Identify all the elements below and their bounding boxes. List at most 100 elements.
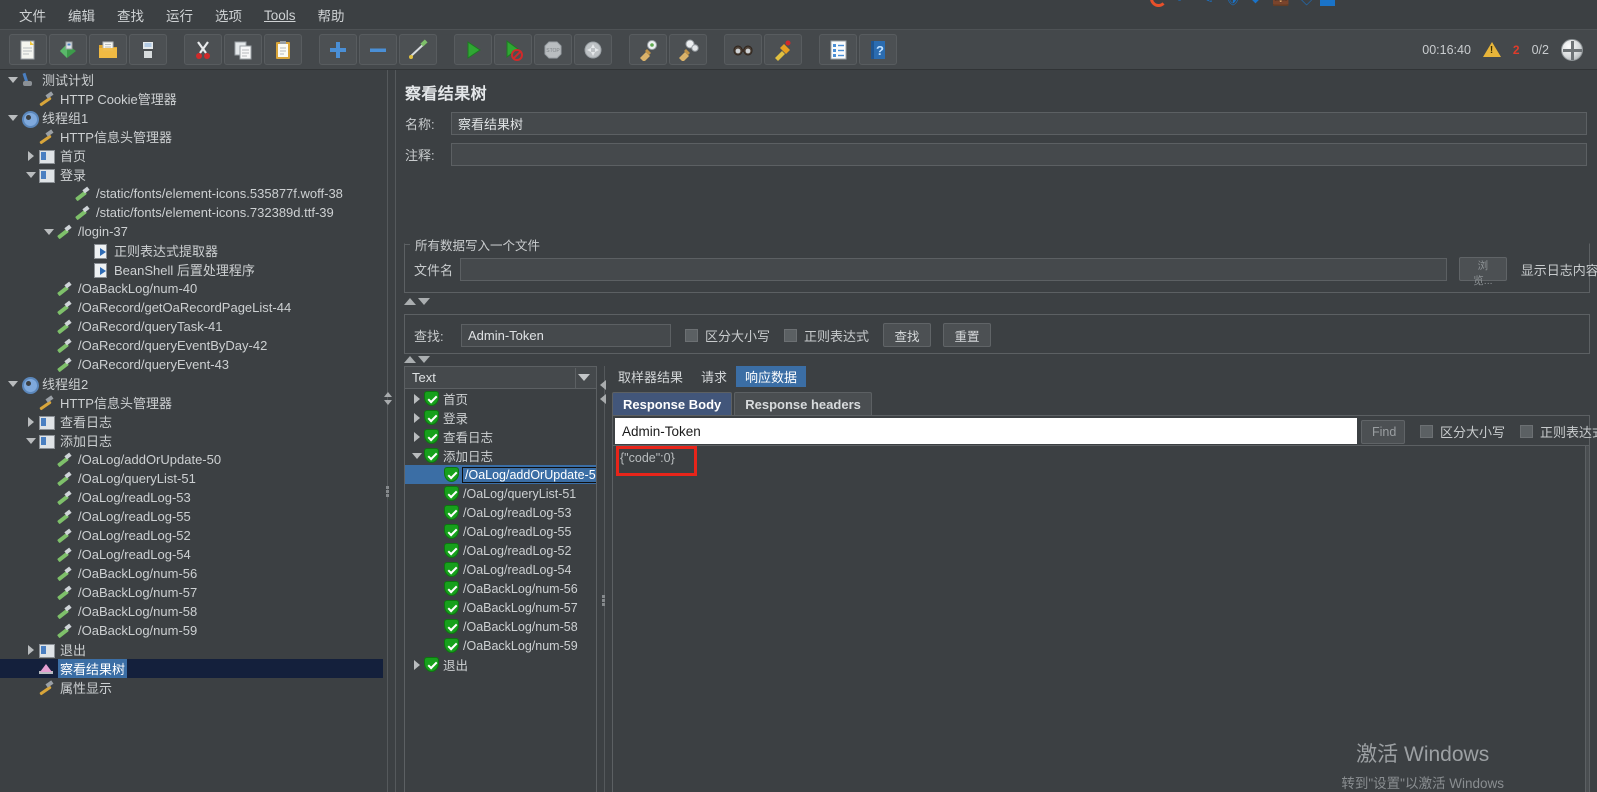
triangle-down-icon[interactable] xyxy=(418,356,430,363)
clear-all-button[interactable] xyxy=(669,34,707,65)
render-type-select[interactable]: Text xyxy=(404,366,597,389)
tree-toggle-expanded-icon[interactable] xyxy=(42,228,56,235)
result-item-sampler[interactable]: /OaLog/addOrUpdate-50 xyxy=(405,465,596,484)
tree-item-sampler[interactable]: /OaBackLog/num-58 xyxy=(0,602,383,621)
tree-item-sampler[interactable]: /OaLog/queryList-51 xyxy=(0,469,383,488)
test-plan-tree[interactable]: 测试计划 HTTP Cookie管理器 线程组1 HTTP信息头管理器 首页 登录/sta… xyxy=(0,70,383,792)
start-button[interactable] xyxy=(454,34,492,65)
splitter-expand-down-icon[interactable] xyxy=(384,400,392,405)
tree-item-sampler[interactable]: /OaLog/readLog-53 xyxy=(0,488,383,507)
tree-item-beanshell-postprocessor[interactable]: BeanShell 后置处理程序 xyxy=(0,260,383,279)
tree-item-sampler[interactable]: /OaRecord/queryTask-41 xyxy=(0,317,383,336)
menu-options[interactable]: 选项 xyxy=(204,3,253,27)
tree-toggle-expanded-icon[interactable] xyxy=(410,452,424,459)
tree-item-view-log[interactable]: 查看日志 xyxy=(0,412,383,431)
tree-item-view-results-tree[interactable]: 察看结果树 xyxy=(0,659,383,678)
copy-button[interactable] xyxy=(224,34,262,65)
tree-item-home[interactable]: 首页 xyxy=(0,146,383,165)
splitter-grip[interactable] xyxy=(602,594,607,610)
find-case-sensitive-checkbox[interactable] xyxy=(1420,425,1433,438)
result-item-sampler[interactable]: /OaBackLog/num-59 xyxy=(405,636,596,655)
warning-triangle-icon[interactable] xyxy=(1482,42,1501,57)
tree-item-sampler[interactable]: /OaLog/readLog-55 xyxy=(0,507,383,526)
search-button[interactable] xyxy=(724,34,762,65)
tree-item-sampler[interactable]: /OaLog/readLog-52 xyxy=(0,526,383,545)
result-item-sampler[interactable]: /OaBackLog/num-57 xyxy=(405,598,596,617)
function-helper-button[interactable] xyxy=(819,34,857,65)
tree-item-http-header-manager-1[interactable]: HTTP信息头管理器 xyxy=(0,127,383,146)
results-splitter[interactable] xyxy=(599,366,609,792)
tree-item-sampler[interactable]: /OaRecord/getOaRecordPageList-44 xyxy=(0,298,383,317)
response-body-viewer[interactable]: {"code":0} xyxy=(612,446,1590,792)
search-reset-button-2[interactable]: 重置 xyxy=(943,323,992,347)
paste-button[interactable] xyxy=(264,34,302,65)
globe-icon[interactable] xyxy=(1561,38,1583,61)
tree-item-sampler-login[interactable]: /login-37 xyxy=(0,222,383,241)
open-button[interactable] xyxy=(89,34,127,65)
tree-item-sampler[interactable]: /OaLog/readLog-54 xyxy=(0,545,383,564)
case-sensitive-checkbox[interactable] xyxy=(685,328,698,342)
menu-tools[interactable]: Tools xyxy=(253,6,307,25)
tree-item-thread-group-2[interactable]: 线程组2 xyxy=(0,374,383,394)
menu-file[interactable]: 文件 xyxy=(8,3,57,27)
vertical-splitter[interactable] xyxy=(383,70,395,792)
tab-request[interactable]: 请求 xyxy=(692,366,736,387)
cut-button[interactable] xyxy=(184,34,222,65)
tree-item-thread-group-1[interactable]: 线程组1 xyxy=(0,108,383,128)
splitter-collapse-left-icon[interactable] xyxy=(600,380,606,390)
tree-item-sampler[interactable]: /OaBackLog/num-40 xyxy=(0,279,383,298)
subtab-response-body[interactable]: Response Body xyxy=(612,392,733,415)
regexp-checkbox[interactable] xyxy=(784,328,798,342)
result-item-sampler[interactable]: /OaLog/readLog-55 xyxy=(405,522,596,541)
tree-item-sampler[interactable]: /OaBackLog/num-56 xyxy=(0,564,383,583)
menu-search[interactable]: 查找 xyxy=(106,3,155,27)
tree-toggle-collapsed-icon[interactable] xyxy=(410,412,424,423)
tree-item-sampler[interactable]: /static/fonts/element-icons.732389d.ttf-… xyxy=(0,203,383,222)
tree-toggle-collapsed-icon[interactable] xyxy=(410,659,424,670)
results-tree[interactable]: 首页 登录 查看日志 添加日志/OaLog/addOrUpdate-50/OaLog/… xyxy=(404,389,597,792)
templates-button[interactable] xyxy=(49,34,87,65)
tree-toggle-collapsed-icon[interactable] xyxy=(410,393,424,404)
result-item-add-log[interactable]: 添加日志 xyxy=(405,446,596,465)
result-item-view-log[interactable]: 查看日志 xyxy=(405,427,596,446)
tree-item-sampler[interactable]: /OaRecord/queryEvent-43 xyxy=(0,355,383,374)
tree-item-login[interactable]: 登录 xyxy=(0,165,383,184)
tree-toggle-expanded-icon[interactable] xyxy=(6,380,20,387)
find-regexp-checkbox[interactable] xyxy=(1520,425,1534,438)
result-item-home[interactable]: 首页 xyxy=(405,389,596,408)
tree-toggle-expanded-icon[interactable] xyxy=(6,114,20,121)
tree-item-sampler[interactable]: /static/fonts/element-icons.535877f.woff… xyxy=(0,184,383,203)
tree-item-sampler[interactable]: /OaRecord/queryEventByDay-42 xyxy=(0,336,383,355)
tree-toggle-collapsed-icon[interactable] xyxy=(410,431,424,442)
tree-item-property-display[interactable]: 属性显示 xyxy=(0,678,383,697)
result-item-sampler[interactable]: /OaBackLog/num-56 xyxy=(405,579,596,598)
splitter-grip[interactable] xyxy=(385,485,392,499)
collapse-toggle-file-section[interactable] xyxy=(404,298,430,305)
start-no-pauses-button[interactable] xyxy=(494,34,532,65)
result-item-sampler[interactable]: /OaLog/readLog-54 xyxy=(405,560,596,579)
result-item-sampler[interactable]: /OaLog/queryList-51 xyxy=(405,484,596,503)
stop-button[interactable]: STOP xyxy=(534,34,572,65)
tree-item-test-plan[interactable]: 测试计划 xyxy=(0,70,383,89)
tree-item-http-header-manager-2[interactable]: HTTP信息头管理器 xyxy=(0,393,383,412)
clear-button[interactable] xyxy=(629,34,667,65)
name-input[interactable] xyxy=(451,112,1587,135)
tree-toggle-expanded-icon[interactable] xyxy=(24,171,38,178)
tree-item-logout[interactable]: 退出 xyxy=(0,640,383,659)
collapse-toggle-search-section[interactable] xyxy=(404,356,430,363)
filename-input[interactable] xyxy=(460,257,1448,281)
tree-item-sampler[interactable]: /OaBackLog/num-59 xyxy=(0,621,383,640)
response-body-scrollbar[interactable] xyxy=(1585,446,1589,792)
tree-item-sampler[interactable]: /OaBackLog/num-57 xyxy=(0,583,383,602)
tree-item-sampler[interactable]: /OaLog/addOrUpdate-50 xyxy=(0,450,383,469)
new-button[interactable] xyxy=(9,34,47,65)
toggle-button[interactable] xyxy=(399,34,437,65)
triangle-up-icon[interactable] xyxy=(404,356,416,363)
tab-response-data[interactable]: 响应数据 xyxy=(736,366,807,387)
splitter-expand-up-icon[interactable] xyxy=(384,392,392,397)
collapse-all-button[interactable] xyxy=(359,34,397,65)
result-item-sampler[interactable]: /OaBackLog/num-58 xyxy=(405,617,596,636)
find-input[interactable] xyxy=(615,418,1357,444)
find-button[interactable]: Find xyxy=(1361,419,1405,444)
result-item-login[interactable]: 登录 xyxy=(405,408,596,427)
